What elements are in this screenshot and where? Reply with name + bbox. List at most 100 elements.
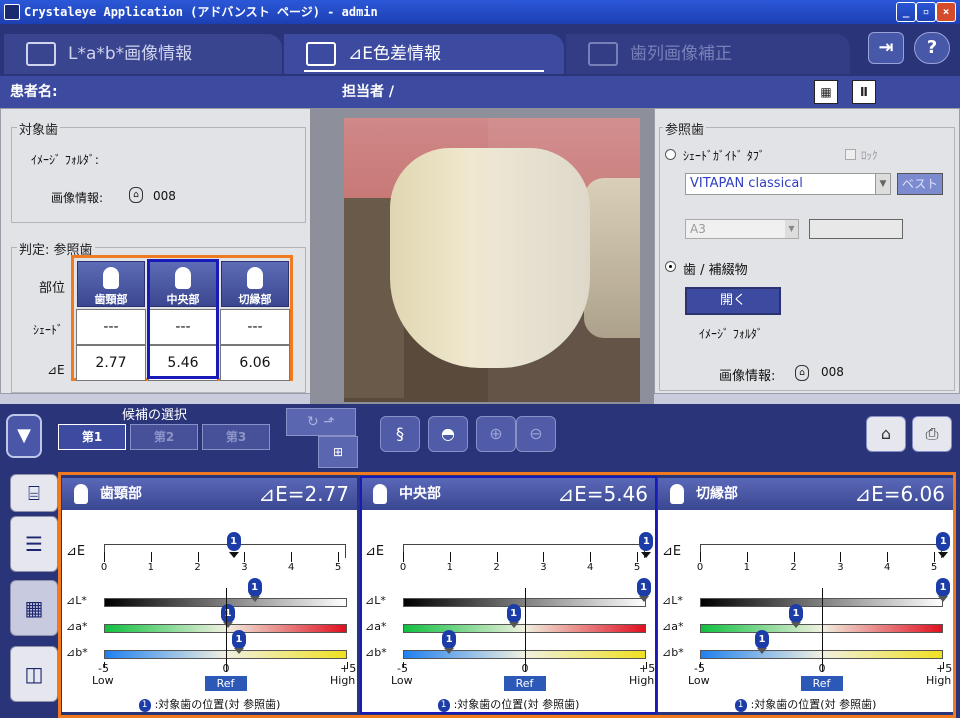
- legend-marker: 1: [734, 698, 747, 712]
- de-tick: [104, 552, 105, 562]
- dL-pointer: [249, 596, 260, 602]
- lab-grid-icon: [26, 42, 56, 66]
- de-tick-label: 5: [334, 562, 342, 573]
- high-label: High: [330, 674, 356, 687]
- de-tick-label: 4: [884, 562, 891, 573]
- shade-select[interactable]: A3: [685, 219, 799, 239]
- zoom-in-icon[interactable]: ⊕: [476, 416, 516, 452]
- checker-icon[interactable]: ▦: [814, 80, 838, 104]
- chevron-down-icon[interactable]: ▼: [785, 220, 798, 238]
- de-tick: [700, 552, 701, 562]
- tooth-restoration-radio[interactable]: [665, 261, 676, 272]
- window-title: Crystaleye Application (アドバンスト ページ) - ad…: [24, 5, 378, 19]
- de-tick-label: 1: [743, 562, 750, 573]
- target-tooth-panel: 対象歯 ｲﾒｰｼﾞ ﾌｫﾙﾀﾞ: 画像情報: ⌂ 008 判定: 参照歯 部位 …: [0, 108, 314, 394]
- row-part-label: 部位: [39, 281, 66, 296]
- zero-line: [225, 588, 227, 672]
- de-tick-label: 3: [241, 562, 248, 573]
- shade-guide-select[interactable]: VITAPAN classical: [685, 173, 891, 195]
- candidate-3-tab[interactable]: 第3: [202, 424, 270, 450]
- db-marker: 1: [754, 630, 769, 649]
- candidate-1-tab[interactable]: 第1: [58, 424, 126, 450]
- zone-cervical-button[interactable]: 歯頸部: [77, 261, 145, 307]
- db-marker: 1: [231, 630, 246, 649]
- de-tick: [338, 552, 339, 562]
- close-button[interactable]: ×: [936, 2, 956, 22]
- dL-label: ⊿L*: [66, 594, 87, 607]
- chart-incisal: 切縁部 ⊿E=6.06 ⊿E 0 1 2 3 4 5 1 ⊿L* 1 ⊿a* 1 ⊿b* 1 -5 0 +5 Low H…: [658, 478, 953, 712]
- tooth-chart-icon[interactable]: ⌂: [866, 416, 906, 452]
- high-label: High: [926, 674, 952, 687]
- de-tick-label: 0: [696, 562, 704, 573]
- chart-header: 歯頸部 ⊿E=2.77: [62, 478, 357, 510]
- reference-folder-label: ｲﾒｰｼﾞ ﾌｫﾙﾀﾞ: [699, 327, 763, 341]
- reference-info-value: 008: [821, 365, 844, 379]
- ref-button[interactable]: Ref: [204, 676, 247, 691]
- de-tick: [746, 552, 748, 562]
- ref-button[interactable]: Ref: [800, 676, 843, 691]
- tooth-view-icon[interactable]: ◓: [428, 416, 468, 452]
- best-button[interactable]: ベスト: [897, 173, 943, 195]
- row-de-label: ⊿E: [47, 363, 65, 377]
- tab-lab-image[interactable]: L*a*b*画像情報: [4, 34, 282, 74]
- zone-incisal-button[interactable]: 切縁部: [221, 261, 289, 307]
- app-icon: [4, 4, 20, 20]
- spring-icon[interactable]: §: [380, 416, 420, 452]
- de-axis: [104, 544, 346, 558]
- de-tick: [887, 552, 889, 562]
- printer-icon[interactable]: ⎙: [912, 416, 952, 452]
- patient-name-label: 患者名:: [10, 84, 58, 100]
- open-button[interactable]: 開く: [685, 287, 781, 315]
- folder-label: ｲﾒｰｼﾞ ﾌｫﾙﾀﾞ:: [31, 153, 99, 167]
- collapse-button[interactable]: ▼: [6, 414, 42, 458]
- grid-view-icon[interactable]: ⊞: [318, 436, 358, 468]
- teeth-icon: [306, 42, 336, 66]
- dL-pointer: [938, 596, 948, 602]
- chart-cervical: 歯頸部 ⊿E=2.77 ⊿E 0 1 2 3 4 5 1 ⊿L* 1 ⊿a* 1 ⊿b* 1 -5 0 +5 Low H…: [62, 478, 357, 712]
- shade-tab-radio[interactable]: [665, 149, 676, 160]
- de-axis-label: ⊿E: [662, 544, 682, 559]
- de-tick-label: 2: [194, 562, 201, 573]
- lock-checkbox[interactable]: [845, 149, 856, 160]
- candidates-title: 候補の選択: [122, 408, 188, 423]
- da-pointer: [222, 622, 233, 628]
- split-view-icon[interactable]: ◫: [10, 646, 58, 702]
- staff-label: 担当者 /: [342, 84, 394, 100]
- help-button[interactable]: ?: [914, 32, 950, 64]
- dL-label: ⊿L*: [662, 594, 683, 607]
- tab-bar: L*a*b*画像情報 ⊿E色差情報 歯列画像補正 ⇥ ?: [0, 24, 960, 76]
- tab-delta-e[interactable]: ⊿E色差情報: [284, 34, 564, 74]
- tooth-zone-icon: [670, 484, 684, 504]
- chart-header: 切縁部 ⊿E=6.06: [658, 478, 953, 510]
- low-label: Low: [688, 674, 710, 687]
- chevron-down-icon[interactable]: ▼: [875, 174, 890, 194]
- de-cell: 2.77: [76, 345, 146, 381]
- chart-zone-name: 歯頸部: [100, 486, 142, 502]
- tab-label: 歯列画像補正: [630, 44, 732, 64]
- tab-label: L*a*b*画像情報: [68, 44, 193, 64]
- minimize-button[interactable]: _: [896, 2, 916, 22]
- de-tick: [197, 552, 199, 562]
- tab-label: ⊿E色差情報: [348, 44, 441, 64]
- tab-arch-correction[interactable]: 歯列画像補正: [566, 34, 850, 74]
- dL-marker: 1: [247, 578, 262, 597]
- list-view-icon[interactable]: ☰: [10, 516, 58, 572]
- tooth-icon: ⌂: [129, 187, 143, 203]
- de-cell: 6.06: [220, 345, 290, 381]
- zoom-out-icon[interactable]: ⊖: [516, 416, 556, 452]
- rotate-icon[interactable]: ↻ ⬏: [286, 408, 356, 436]
- tool-icon[interactable]: Ⅱ: [852, 80, 876, 104]
- camera-data-icon[interactable]: ⌸: [10, 474, 58, 512]
- candidate-2-tab[interactable]: 第2: [130, 424, 198, 450]
- de-tick-label: 4: [288, 562, 295, 573]
- de-tick-label: 5: [930, 562, 938, 573]
- de-tick: [244, 552, 246, 562]
- maximize-button[interactable]: ▫: [916, 2, 936, 22]
- da-pointer: [790, 622, 801, 628]
- da-label: ⊿a*: [66, 620, 88, 633]
- exit-icon[interactable]: ⇥: [868, 32, 904, 64]
- image-info-value: 008: [153, 189, 176, 203]
- table-view-icon[interactable]: ▦: [10, 580, 58, 636]
- selected-chart-frame: [360, 476, 657, 714]
- chart-de-value: ⊿E=6.06: [854, 482, 945, 506]
